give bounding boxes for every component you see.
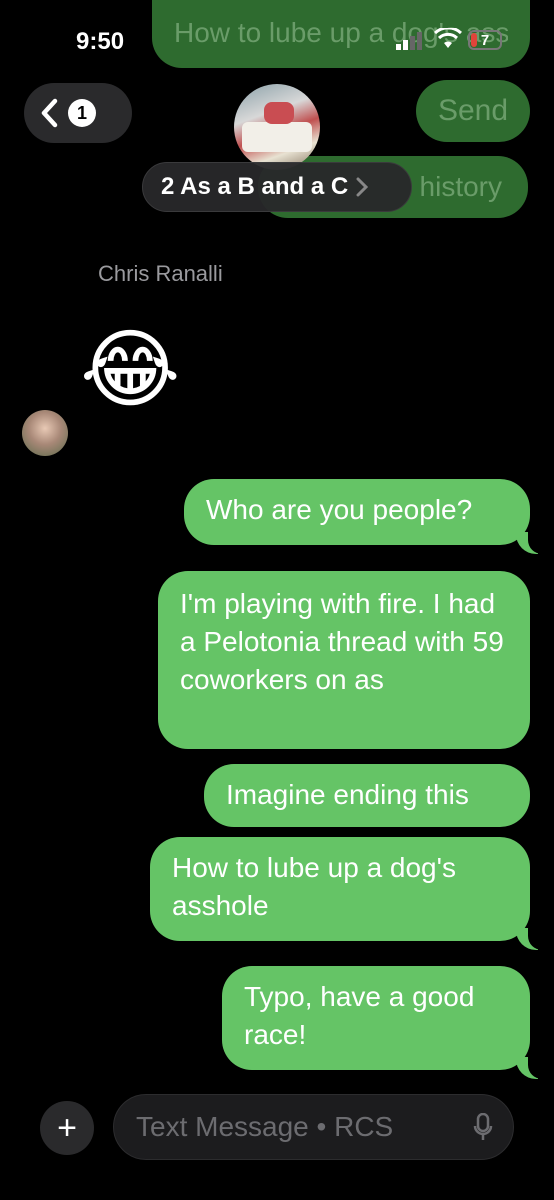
status-time: 9:50 — [76, 28, 125, 55]
message-input-placeholder: Text Message • RCS — [136, 1111, 394, 1142]
unread-count-badge: 1 — [68, 99, 96, 127]
chevron-left-icon — [41, 98, 58, 128]
group-name-pill[interactable]: 2 As a B and a C — [142, 162, 412, 212]
message-bubble[interactable]: I'm playing with fire. I had a Pelotonia… — [158, 571, 530, 749]
message-input[interactable]: Text Message • RCS — [113, 1094, 514, 1160]
message-text: How to lube up a dog's asshole — [172, 852, 456, 921]
faded-history-text: history — [419, 171, 502, 202]
group-avatar[interactable] — [234, 84, 320, 170]
message-bubble[interactable]: Who are you people? — [184, 479, 530, 545]
message-bubble[interactable]: Imagine ending this — [204, 764, 530, 827]
message-text: Typo, have a good race! — [244, 981, 475, 1050]
group-name: 2 As a B and a C — [161, 173, 349, 200]
back-button[interactable]: 1 — [24, 83, 132, 143]
message-text: Who are you people? — [206, 494, 473, 525]
message-bubble[interactable]: How to lube up a dog's asshole — [150, 837, 530, 941]
message-text: Imagine ending this — [226, 779, 469, 810]
send-button[interactable]: Send — [416, 80, 530, 142]
wifi-icon — [433, 26, 463, 50]
microphone-icon[interactable] — [473, 1113, 493, 1143]
avatar[interactable] — [22, 410, 68, 456]
chevron-right-icon — [356, 177, 369, 197]
battery-icon: 7 — [468, 30, 502, 50]
signal-icon — [396, 30, 428, 50]
message-bubble[interactable]: Typo, have a good race! — [222, 966, 530, 1070]
message-text: I'm playing with fire. I had a Pelotonia… — [180, 588, 504, 695]
sender-name: Chris Ranalli — [98, 261, 223, 286]
emoji-message[interactable]: 😂 — [80, 320, 181, 420]
add-attachment-button[interactable]: + — [40, 1101, 94, 1155]
battery-level: 7 — [480, 31, 490, 49]
plus-icon: + — [57, 1108, 77, 1147]
